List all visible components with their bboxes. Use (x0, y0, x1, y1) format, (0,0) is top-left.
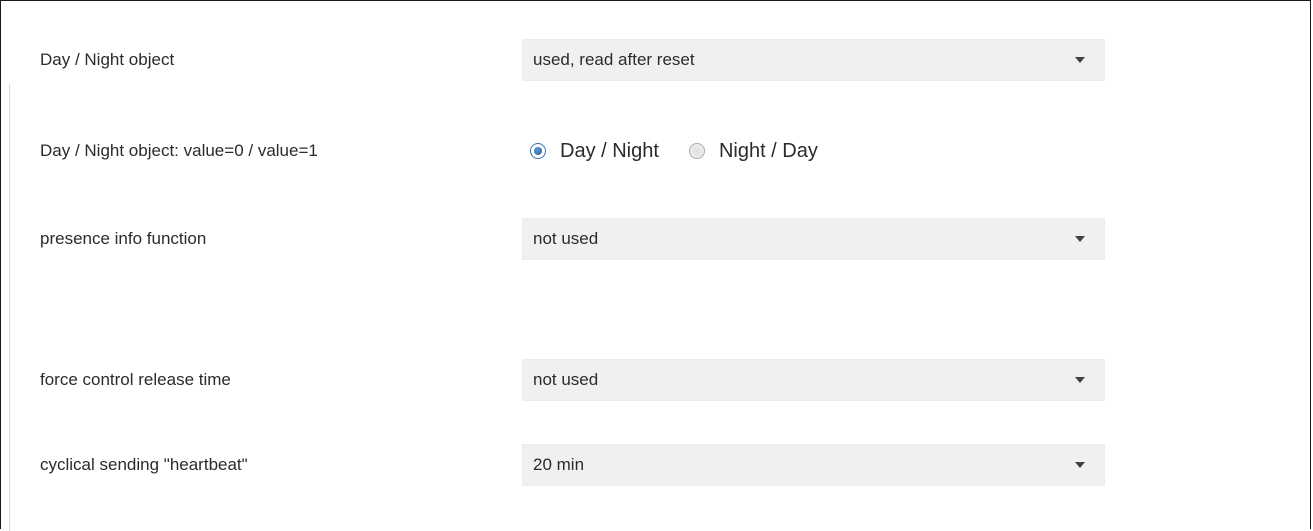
row-presence-info: presence info function not used (0, 218, 1313, 260)
radio-unselected-icon[interactable] (688, 143, 705, 159)
day-night-radio-group: Day / Night Night / Day (522, 130, 840, 172)
day-night-object-value: used, read after reset (533, 50, 695, 69)
radio-label-day-night: Day / Night (560, 139, 659, 162)
chevron-down-icon (1075, 377, 1085, 383)
radio-selected-icon[interactable] (530, 143, 546, 159)
day-night-values-label: Day / Night object: value=0 / value=1 (40, 141, 318, 160)
presence-info-label: presence info function (40, 229, 207, 248)
row-heartbeat: cyclical sending "heartbeat" 20 min (0, 444, 1313, 486)
presence-info-value: not used (533, 229, 599, 248)
presence-info-dropdown[interactable]: not used (522, 218, 1105, 260)
chevron-down-icon (1075, 236, 1085, 242)
chevron-down-icon (1075, 462, 1085, 468)
chevron-down-icon (1075, 57, 1085, 63)
radio-option-night-day[interactable]: Night / Day (681, 140, 818, 163)
heartbeat-dropdown[interactable]: 20 min (522, 444, 1105, 486)
row-force-control: force control release time not used (0, 359, 1313, 401)
day-night-object-label: Day / Night object (40, 50, 175, 69)
radio-option-day-night[interactable]: Day / Night (522, 140, 659, 163)
row-day-night-object: Day / Night object used, read after rese… (0, 39, 1313, 81)
force-control-dropdown[interactable]: not used (522, 359, 1105, 401)
day-night-object-dropdown[interactable]: used, read after reset (522, 39, 1105, 81)
row-day-night-values: Day / Night object: value=0 / value=1 Da… (0, 130, 1313, 172)
force-control-value: not used (533, 370, 599, 389)
force-control-label: force control release time (40, 370, 231, 389)
radio-label-night-day: Night / Day (718, 139, 818, 162)
heartbeat-label: cyclical sending "heartbeat" (40, 455, 248, 474)
heartbeat-value: 20 min (533, 455, 585, 474)
